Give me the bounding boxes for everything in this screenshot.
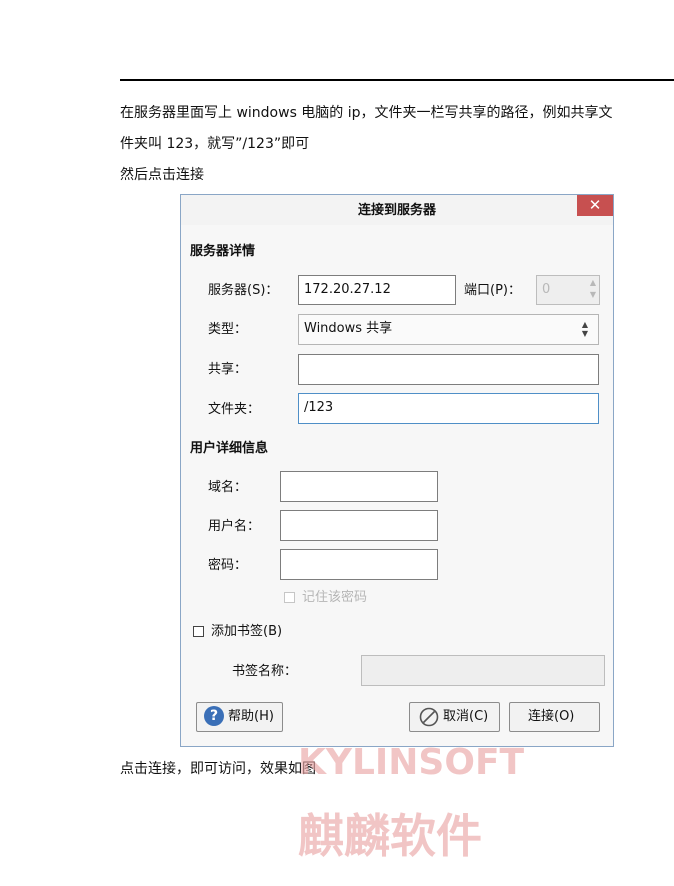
username-input[interactable]	[280, 510, 438, 541]
server-input[interactable]: 172.20.27.12	[298, 275, 456, 305]
server-details-heading: 服务器详情	[190, 244, 256, 259]
cancel-button-label: 取消(C)	[443, 709, 489, 724]
folder-label: 文件夹：	[208, 402, 261, 417]
domain-input[interactable]	[280, 471, 438, 502]
help-icon: ?	[204, 706, 224, 726]
remember-password-label: 记住该密码	[302, 590, 368, 605]
instruction-line-1: 在服务器里面写上 windows 电脑的 ip，文件夹一栏写共享的路径，例如共享…	[120, 105, 613, 121]
username-label: 用户名：	[208, 519, 261, 534]
horizontal-rule	[120, 79, 674, 81]
spin-arrows-icon[interactable]: ▲ ▼	[590, 277, 596, 301]
port-value: 0	[542, 282, 551, 297]
connect-button-label: 连接(O)	[528, 709, 575, 724]
help-button-label: 帮助(H)	[228, 709, 274, 724]
bookmark-name-input[interactable]	[361, 655, 605, 686]
cancel-icon	[419, 707, 439, 727]
watermark-latin: KYLINSOFT	[298, 742, 525, 783]
dialog-title: 连接到服务器	[357, 203, 436, 218]
type-select-value: Windows 共享	[304, 321, 393, 336]
connect-button[interactable]: 连接(O)	[509, 702, 600, 732]
password-label: 密码：	[208, 558, 248, 573]
bookmark-name-label: 书签名称：	[232, 664, 298, 679]
close-button[interactable]: ✕	[577, 195, 613, 216]
instruction-line-3: 然后点击连接	[120, 167, 204, 183]
type-label: 类型：	[208, 322, 248, 337]
type-select[interactable]: Windows 共享 ▲ ▼	[298, 314, 599, 345]
add-bookmark-checkbox[interactable]	[193, 626, 204, 637]
add-bookmark-label: 添加书签(B)	[211, 624, 283, 639]
watermark-chinese: 麒麟软件	[298, 809, 482, 863]
cancel-button[interactable]: 取消(C)	[409, 702, 500, 732]
user-details-heading: 用户详细信息	[190, 441, 269, 456]
help-button[interactable]: ? 帮助(H)	[196, 702, 283, 732]
password-input[interactable]	[280, 549, 438, 580]
instruction-line-2: 件夹叫 123，就写”/123”即可	[120, 136, 310, 152]
remember-password-checkbox[interactable]	[284, 592, 295, 603]
select-arrows-icon: ▲ ▼	[581, 320, 588, 338]
share-label: 共享：	[208, 362, 248, 377]
port-label: 端口(P)：	[464, 283, 521, 298]
folder-input[interactable]: /123	[298, 393, 599, 424]
domain-label: 域名：	[208, 480, 248, 495]
connect-to-server-dialog: 连接到服务器 ✕ 服务器详情 服务器(S)： 172.20.27.12 端口(P…	[180, 194, 614, 747]
server-label: 服务器(S)：	[208, 283, 279, 298]
result-line: 点击连接，即可访问，效果如图	[120, 761, 316, 777]
dialog-titlebar: 连接到服务器 ✕	[181, 195, 613, 225]
port-spinbox[interactable]: 0 ▲ ▼	[536, 275, 600, 305]
share-input[interactable]	[298, 354, 599, 385]
